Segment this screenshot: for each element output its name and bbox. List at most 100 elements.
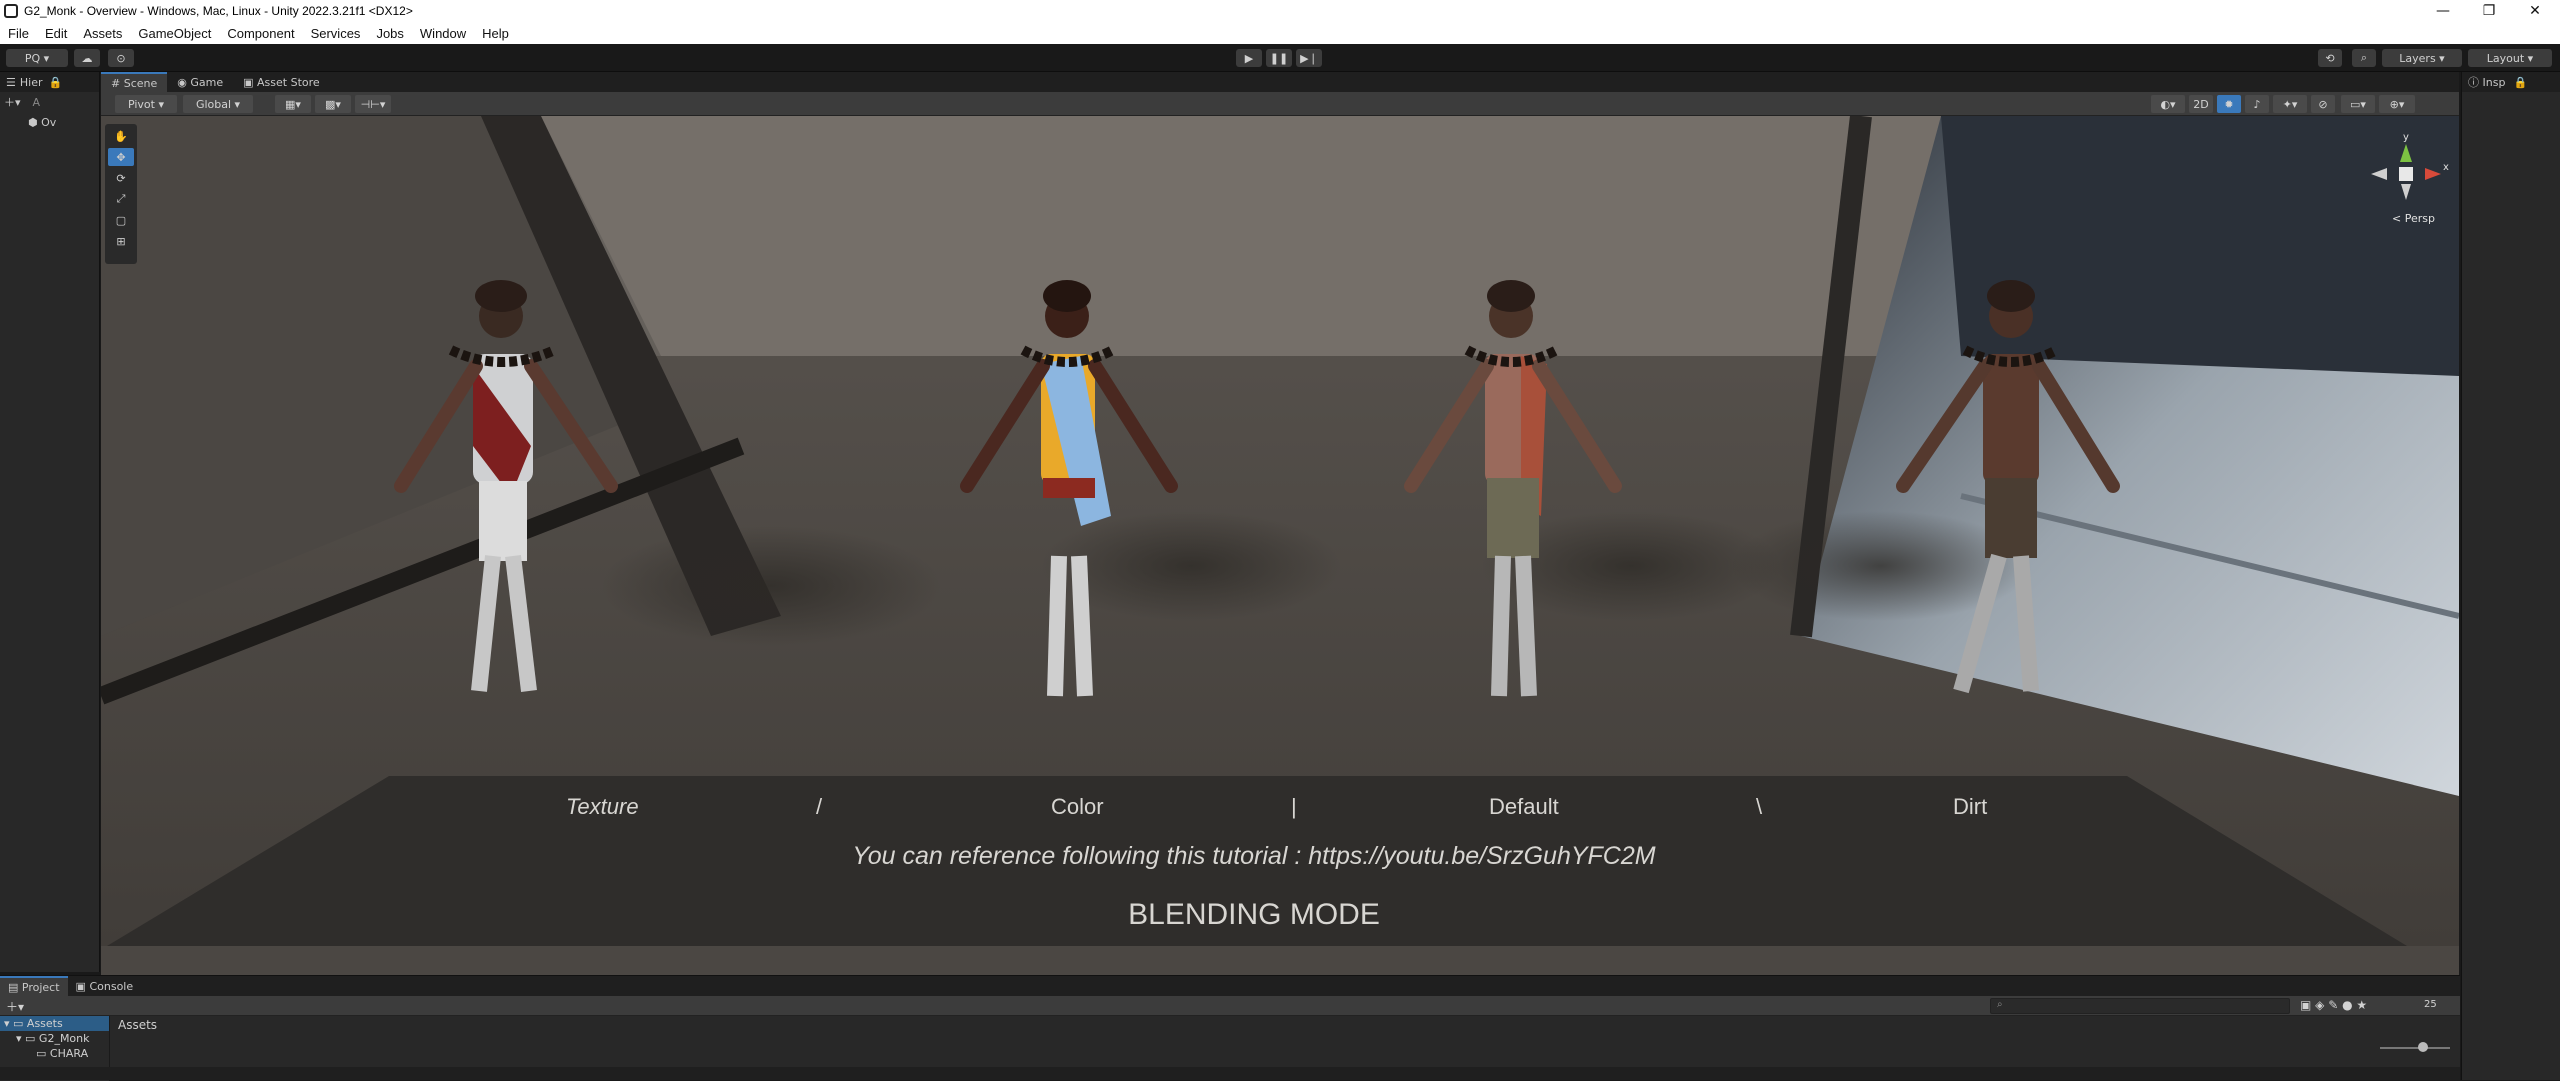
lighting-icon[interactable]: ✹ [2217,95,2241,113]
increment-snap-icon[interactable]: ⊣⊢▾ [355,95,391,113]
pivot-label: Pivot [127,97,155,111]
window-titlebar: G2_Monk - Overview - Windows, Mac, Linux… [0,0,2560,22]
gizmo-y-label: y [2403,132,2409,143]
scene-toolbar: Pivot ▾ Global ▾ ▦▾ ▩▾ ⊣⊢▾ ◐▾ 2D ✹ ♪ ✦▾ … [101,92,2459,116]
search-icon[interactable]: ⌕ [2352,49,2376,67]
collab-icon[interactable]: ⊙ [108,49,134,67]
move-tool-icon[interactable]: ✥ [108,148,134,166]
gizmos-icon[interactable]: ⊕▾ [2379,95,2415,113]
hidden-objects-icon[interactable]: ⊘ [2311,95,2335,113]
label-bar: | [1291,794,1297,819]
add-icon[interactable]: ＋▾ [4,94,21,110]
hierarchy-row-label: Ov [41,115,57,129]
hand-tool-icon[interactable]: ✋ [108,127,134,145]
step-button[interactable]: ▶❘ [1296,49,1322,67]
blending-mode-title: BLENDING MODE [1128,898,1380,931]
menu-help[interactable]: Help [474,26,517,41]
tree-item[interactable]: ▾ ▭ G2_Monk [0,1031,109,1046]
tab-project[interactable]: ▤ Project [0,976,68,996]
create-icon[interactable]: ＋▾ [6,998,24,1015]
project-panel: ▤ Project ▣ Console ＋▾ ⌕ ▣ ◈ ✎ ● ★ 25 ▾ … [0,975,2460,1081]
shading-mode-icon[interactable]: ◐▾ [2151,95,2185,113]
menu-gameobject[interactable]: GameObject [130,26,219,41]
tree-item[interactable]: ▾ ▭ Assets [0,1016,109,1031]
cloud-icon[interactable]: ☁ [74,49,100,67]
inspector-lock-icon[interactable]: 🔒 [2513,76,2527,89]
audio-icon[interactable]: ♪ [2245,95,2269,113]
status-bar [0,1067,2460,1080]
grid-visibility-icon[interactable]: ▩▾ [315,95,351,113]
camera-icon[interactable]: ▭▾ [2341,95,2375,113]
console-tab-icon: ▣ [75,979,86,993]
scene-icon: ⬢ [28,115,38,129]
label-color: Color [1051,794,1104,819]
scene-viewport[interactable]: Texture / Color | Default \ Dirt You can… [101,116,2459,975]
menu-services[interactable]: Services [303,26,369,41]
tree-item-label: G2_Monk [38,1032,90,1045]
tool-palette: ✋ ✥ ⟳ ⤢ ▢ ⊞ [105,124,137,264]
tree-item-label: Assets [26,1017,63,1030]
label-backslash: \ [1756,794,1763,819]
hierarchy-row[interactable]: ⬢ Ov [0,112,99,132]
account-dropdown[interactable]: PQ ▾ [6,49,68,67]
asset-store-tab-icon: ▣ [243,75,254,89]
pivot-dropdown[interactable]: Pivot ▾ [115,95,177,113]
persp-label[interactable]: < Persp [2392,212,2435,225]
scene-tabs: # Scene ◉ Game ▣ Asset Store [101,72,2459,92]
scene-tab-icon: # [111,76,121,90]
hierarchy-panel: ☰ Hier 🔒 ＋▾ A ⬢ Ov [0,72,100,972]
label-default: Default [1489,794,1559,819]
global-dropdown[interactable]: Global ▾ [183,95,253,113]
grid-snap-icon[interactable]: ▦▾ [275,95,311,113]
pause-button[interactable]: ❚❚ [1266,49,1292,67]
icon-size-slider[interactable] [2380,1042,2450,1052]
scene-render: Texture / Color | Default \ Dirt You can… [101,116,2459,975]
account-label: PQ [24,51,41,65]
main-toolbar: PQ ▾ ☁ ⊙ ▶ ❚❚ ▶❘ ⟲ ⌕ Layers ▾ Layout ▾ [0,44,2560,72]
close-button[interactable]: ✕ [2512,0,2558,22]
layers-dropdown[interactable]: Layers ▾ [2382,49,2462,67]
inspector-icon: ⓘ [2468,76,2479,89]
console-tab-label: Console [89,979,134,993]
menu-file[interactable]: File [0,26,37,41]
maximize-button[interactable]: ❐ [2466,0,2512,22]
hierarchy-search[interactable]: A [33,96,41,109]
label-dirt: Dirt [1953,794,1987,819]
slider-knob[interactable] [2418,1042,2428,1052]
tab-asset-store[interactable]: ▣ Asset Store [233,72,330,92]
rect-tool-icon[interactable]: ▢ [108,211,134,229]
tree-item[interactable]: ▭ CHARA [0,1046,109,1061]
project-search-input[interactable]: ⌕ [1990,998,2290,1014]
mode-2d-button[interactable]: 2D [2189,95,2213,113]
global-label: Global [195,97,232,111]
hierarchy-tab[interactable]: Hier [20,76,43,89]
lock-icon[interactable]: 🔒 [49,76,63,89]
tab-game[interactable]: ◉ Game [167,72,233,92]
menu-jobs[interactable]: Jobs [368,26,411,41]
inspector-panel: ⓘ Insp 🔒 [2461,72,2560,1080]
menu-edit[interactable]: Edit [37,26,75,41]
tab-scene[interactable]: # Scene [101,72,168,92]
play-button[interactable]: ▶ [1236,49,1262,67]
tutorial-text: You can reference following this tutoria… [852,842,1655,870]
window-title: G2_Monk - Overview - Windows, Mac, Linux… [24,4,413,18]
hierarchy-icon: ☰ [6,75,16,89]
scale-tool-icon[interactable]: ⤢ [108,190,134,208]
breadcrumb[interactable]: Assets [118,1018,157,1032]
rotate-tool-icon[interactable]: ⟳ [108,169,134,187]
tab-console[interactable]: ▣ Console [68,976,142,996]
project-tab-label: Project [21,980,60,994]
history-icon[interactable]: ⟲ [2318,49,2342,67]
filter-icons[interactable]: ▣ ◈ ✎ ● ★ [2300,998,2367,1012]
transform-tool-icon[interactable]: ⊞ [108,232,134,250]
unity-logo-icon [4,4,18,18]
menu-component[interactable]: Component [219,26,302,41]
menu-assets[interactable]: Assets [75,26,130,41]
menu-window[interactable]: Window [412,26,474,41]
effects-icon[interactable]: ✦▾ [2273,95,2307,113]
hidden-count: 25 [2424,999,2437,1010]
layout-dropdown[interactable]: Layout ▾ [2468,49,2552,67]
scene-panel: # Scene ◉ Game ▣ Asset Store Pivot ▾ Glo… [101,72,2459,975]
minimize-button[interactable]: — [2420,0,2466,22]
inspector-tab[interactable]: Insp [2483,76,2506,89]
